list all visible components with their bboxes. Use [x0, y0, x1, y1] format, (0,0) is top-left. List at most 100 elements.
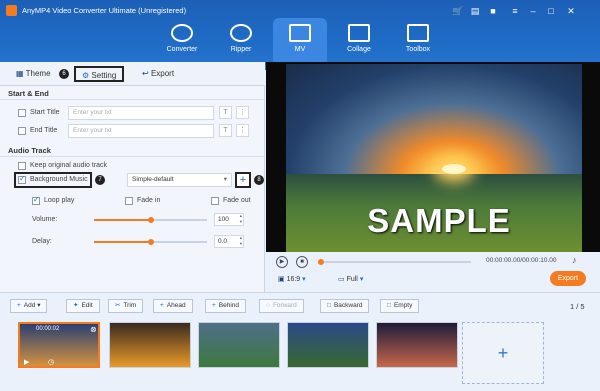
zoom-select[interactable]: ▭ Full ▾ [338, 275, 363, 283]
video-preview[interactable]: SAMPLE [266, 62, 600, 252]
volume-knob[interactable] [147, 217, 154, 223]
clip-edit-icon[interactable]: ✦ [36, 358, 42, 366]
add-label: Add [23, 302, 36, 309]
remove-clip-icon[interactable]: ⊗ [90, 325, 97, 334]
keep-audio-checkbox[interactable] [18, 162, 26, 170]
trim-button[interactable]: ✂ Trim [108, 299, 144, 313]
delay-stepper[interactable]: 0.0 [214, 235, 244, 248]
add-button[interactable]: + Add ▾ [10, 299, 48, 313]
nav-collage[interactable]: Collage [332, 18, 386, 62]
minimize-icon[interactable]: – [528, 6, 538, 16]
fade-out-label: Fade out [223, 197, 251, 204]
nav-collage-label: Collage [347, 46, 371, 53]
end-title-label: End Title [30, 127, 58, 134]
clip-thumbnail[interactable] [287, 322, 369, 368]
end-title-checkbox[interactable] [18, 127, 26, 135]
clip-thumbnail[interactable] [198, 322, 280, 368]
playback-controls: ▶ ■ 00:00:00.00/00:00:10.00 ♪ ▣ 16:9 ▾ ▭… [266, 252, 600, 292]
aspect-select[interactable]: ▣ 16:9 ▾ [278, 275, 306, 283]
start-title-checkbox[interactable] [18, 109, 26, 117]
text-edit-icon[interactable]: T [219, 106, 232, 119]
nav-ripper-label: Ripper [230, 46, 252, 53]
add-music-button[interactable]: + [235, 172, 251, 188]
clip-strip: 00:00:02 ⊗ ▶ ✦ ◷ + [0, 314, 600, 391]
forward-icon: ○ [266, 302, 270, 309]
app-title: AnyMP4 Video Converter Ultimate (Unregis… [22, 6, 187, 15]
clip-play-icon[interactable]: ▶ [24, 358, 29, 366]
clip-thumbnail[interactable] [109, 322, 191, 368]
playback-knob[interactable] [318, 259, 324, 265]
maximize-icon[interactable]: □ [546, 6, 556, 16]
ahead-button[interactable]: + Ahead [153, 299, 193, 313]
collage-icon [348, 24, 370, 42]
behind-label: Behind [218, 302, 240, 309]
playback-progress[interactable] [318, 259, 471, 265]
delay-slider[interactable] [94, 239, 207, 245]
end-title-input[interactable]: Enter your txt [68, 124, 214, 138]
nav-ripper[interactable]: Ripper [214, 18, 268, 62]
nav-toolbox[interactable]: Toolbox [391, 18, 445, 62]
close-icon[interactable]: ✕ [566, 6, 576, 16]
clip-image [377, 323, 457, 367]
gear-icon: ⚙ [82, 71, 90, 80]
nav-converter[interactable]: Converter [155, 18, 209, 62]
behind-icon: + [212, 302, 216, 309]
trash-icon: □ [387, 302, 391, 309]
time-readout: 00:00:00.00/00:00:10.00 [486, 257, 557, 264]
chevron-down-icon: ▾ [359, 276, 364, 283]
menu-icon[interactable]: ≡ [510, 6, 520, 16]
tab-theme[interactable]: ▦ Theme [16, 66, 51, 82]
music-track-select[interactable]: Simple-default ▾ [127, 173, 232, 187]
fade-in-checkbox[interactable] [125, 197, 133, 205]
fade-out-checkbox[interactable] [211, 197, 219, 205]
delay-knob[interactable] [147, 239, 154, 245]
edit-button[interactable]: ✦ Edit [66, 299, 100, 313]
background-music-checkbox[interactable] [18, 174, 26, 184]
tab-setting[interactable]: ⚙ Setting [74, 66, 125, 82]
stop-icon[interactable]: ■ [296, 256, 308, 268]
start-title-input[interactable]: Enter your txt [68, 106, 214, 120]
text-edit-icon[interactable]: T [219, 124, 232, 137]
backward-button[interactable]: □ Backward [320, 299, 370, 313]
nav-converter-label: Converter [166, 46, 198, 53]
volume-stepper[interactable]: 100 [214, 213, 244, 226]
chat-icon[interactable]: ■ [488, 6, 498, 16]
sample-watermark: SAMPLE [367, 202, 511, 239]
gift-icon[interactable]: ▤ [470, 6, 480, 16]
text-style-icon[interactable]: ⋮ [236, 106, 249, 119]
keep-audio-label: Keep original audio track [30, 162, 108, 169]
title-bar: AnyMP4 Video Converter Ultimate (Unregis… [0, 0, 600, 70]
start-title-label: Start Title [30, 109, 60, 116]
volume-label: Volume: [32, 216, 58, 223]
loop-play-checkbox[interactable] [32, 195, 40, 205]
tab-setting-label: Setting [91, 71, 117, 80]
sun-glow [442, 164, 466, 174]
tab-export[interactable]: ↩ Export [142, 66, 174, 82]
aspect-icon: ▣ [278, 276, 285, 283]
forward-button[interactable]: ○ Forward [259, 299, 304, 313]
volume-slider[interactable] [94, 217, 207, 223]
speaker-icon[interactable]: ♪ [572, 255, 577, 265]
delay-label: Delay: [32, 238, 52, 245]
clip-thumbnail[interactable] [376, 322, 458, 368]
section-start-end: Start & End [8, 89, 49, 98]
clip-image [199, 323, 279, 367]
tab-export-label: Export [150, 69, 175, 78]
theme-icon: ▦ [16, 69, 24, 78]
nav-toolbox-label: Toolbox [405, 46, 431, 53]
cart-icon[interactable]: 🛒 [452, 6, 463, 16]
panel-tabs: ▦ Theme 6 ⚙ Setting ↩ Export [0, 62, 265, 86]
step-badge-6: 6 [59, 69, 69, 79]
export-button[interactable]: Export [550, 271, 586, 286]
empty-button[interactable]: □ Empty [380, 299, 420, 313]
loop-play-label: Loop play [44, 197, 75, 204]
step-badge-8: 8 [254, 175, 264, 185]
behind-button[interactable]: + Behind [205, 299, 247, 313]
convert-icon [171, 24, 193, 42]
add-clip-button[interactable]: + [462, 322, 544, 384]
clip-time: 00:00:02 [36, 326, 60, 332]
clip-clock-icon[interactable]: ◷ [48, 358, 54, 366]
play-icon[interactable]: ▶ [276, 256, 288, 268]
clip-thumbnail[interactable]: 00:00:02 ⊗ ▶ ✦ ◷ [18, 322, 100, 368]
text-style-icon[interactable]: ⋮ [236, 124, 249, 137]
